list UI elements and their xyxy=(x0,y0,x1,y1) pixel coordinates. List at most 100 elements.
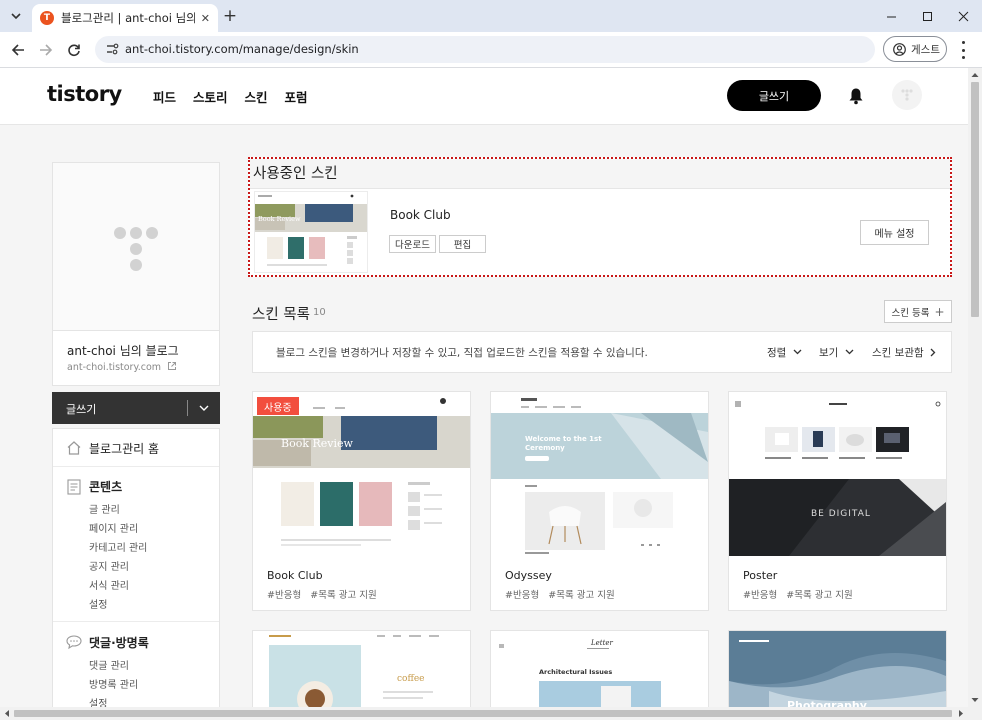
sidebar-item-notice-manage[interactable]: 공지 관리 xyxy=(89,558,129,573)
guest-label: 게스트 xyxy=(911,43,940,56)
bell-icon[interactable] xyxy=(848,87,864,105)
sidebar-nav: 블로그관리 홈 콘텐츠 글 관리 페이지 관리 카테고리 관리 공지 관리 서식… xyxy=(52,428,220,707)
register-skin-label: 스킨 등록 xyxy=(891,307,930,319)
skin-card-whatever[interactable]: coffee xyxy=(252,630,471,707)
sidebar-write-button[interactable]: 글쓰기 xyxy=(52,392,220,424)
site-info-icon[interactable] xyxy=(105,42,119,56)
current-skin-name: Book Club xyxy=(390,208,451,222)
divider xyxy=(187,400,188,416)
header-write-button[interactable]: 글쓰기 xyxy=(727,80,821,111)
sort-label: 정렬 xyxy=(767,347,787,359)
sidebar-item-post-manage[interactable]: 글 관리 xyxy=(89,501,120,516)
using-badge: 사용중 xyxy=(257,397,299,415)
current-skin-header: 사용중인 스킨 xyxy=(250,159,950,189)
view-dropdown[interactable]: 보기 xyxy=(819,345,854,360)
skin-thumbnail: Book Review 사용중 xyxy=(253,392,470,556)
thumb-title: Book Review xyxy=(258,215,301,223)
skin-card-poster[interactable]: BE DIGITAL Poster #반응형 #목록 광고 지원 xyxy=(728,391,947,611)
menu-settings-button[interactable]: 메뉴 설정 xyxy=(860,220,929,245)
horizontal-scrollbar-thumb[interactable] xyxy=(14,710,952,717)
skin-storage-link[interactable]: 스킨 보관함 xyxy=(872,345,936,360)
tistory-logo[interactable]: tistory xyxy=(47,82,122,106)
current-skin-title: 사용중인 스킨 xyxy=(253,166,338,182)
sidebar-item-contents-settings[interactable]: 설정 xyxy=(89,596,107,611)
sidebar-write-label: 글쓰기 xyxy=(66,403,97,416)
blog-profile-card: ant-choi 님의 블로그 ant-choi.tistory.com xyxy=(52,162,220,386)
close-icon xyxy=(958,11,968,21)
skin-card-portfolio[interactable]: Photography xyxy=(728,630,947,707)
maximize-button[interactable] xyxy=(907,4,947,28)
browser-tab[interactable]: T 블로그관리 | ant-choi 님의 블로그 ✕ xyxy=(32,4,218,32)
current-skin-thumbnail[interactable]: Book Review xyxy=(254,191,368,273)
sidebar-item-home[interactable]: 블로그관리 홈 xyxy=(53,429,219,467)
thumb-title: Photography xyxy=(787,699,867,707)
sidebar-item-page-manage[interactable]: 페이지 관리 xyxy=(89,520,138,535)
blog-name[interactable]: ant-choi 님의 블로그 xyxy=(67,342,179,359)
sidebar-comments-title[interactable]: 댓글·방명록 xyxy=(89,634,149,651)
tab-close-icon[interactable]: ✕ xyxy=(201,12,210,25)
skin-count: 10 xyxy=(313,307,326,318)
vertical-scrollbar[interactable] xyxy=(968,68,982,707)
sidebar-item-comments-settings[interactable]: 설정 xyxy=(89,695,107,707)
skin-list-title: 스킨 목록 xyxy=(252,307,310,323)
scroll-up-arrow-icon[interactable] xyxy=(968,69,982,81)
skin-card-book-club[interactable]: Book Review 사용중 Book Club #반응형 #목록 광고 지원 xyxy=(252,391,471,611)
thumb-title: Book Review xyxy=(281,437,354,450)
sidebar-item-comment-manage[interactable]: 댓글 관리 xyxy=(89,657,129,672)
register-skin-button[interactable]: 스킨 등록 + xyxy=(884,300,952,323)
skin-tags: #반응형 #목록 광고 지원 xyxy=(743,590,853,601)
nav-feed[interactable]: 피드 xyxy=(153,87,176,106)
download-button-visible[interactable]: 다운로드 xyxy=(389,235,436,253)
blog-image[interactable] xyxy=(53,163,219,331)
reload-icon xyxy=(68,44,80,57)
horizontal-scrollbar[interactable] xyxy=(0,707,982,720)
scroll-down-arrow-icon[interactable] xyxy=(968,694,982,706)
arrow-right-icon xyxy=(40,44,53,56)
browser-menu-icon[interactable] xyxy=(956,41,970,59)
nav-skin[interactable]: 스킨 xyxy=(245,87,268,106)
chevron-down-icon xyxy=(845,349,854,355)
page-viewport: tistory 피드 스토리 스킨 포럼 글쓰기 ant-choi 님의 블로그… xyxy=(0,68,968,707)
skin-info-bar: 블로그 스킨을 변경하거나 저장할 수 있고, 직접 업로드한 스킨을 적용할 … xyxy=(252,331,952,373)
reload-button[interactable] xyxy=(65,41,83,59)
document-icon xyxy=(67,479,81,495)
sidebar-item-guestbook-manage[interactable]: 방명록 관리 xyxy=(89,676,138,691)
vertical-scrollbar-thumb[interactable] xyxy=(971,82,979,317)
minimize-icon xyxy=(886,16,896,17)
edit-button[interactable]: 편집 xyxy=(439,235,486,253)
address-bar[interactable]: ant-choi.tistory.com/manage/design/skin xyxy=(95,36,875,63)
sidebar-home-label: 블로그관리 홈 xyxy=(89,442,160,456)
back-button[interactable] xyxy=(9,41,27,59)
tab-title: 블로그관리 | ant-choi 님의 블로그 xyxy=(61,11,195,25)
chevron-down-icon[interactable] xyxy=(199,405,209,412)
sidebar-item-category-manage[interactable]: 카테고리 관리 xyxy=(89,539,147,554)
sidebar-item-template-manage[interactable]: 서식 관리 xyxy=(89,577,129,592)
profile-avatar[interactable] xyxy=(892,80,922,110)
skin-tags: #반응형 #목록 광고 지원 xyxy=(505,590,615,601)
scroll-right-arrow-icon[interactable] xyxy=(955,707,967,720)
svg-text:Ceremony: Ceremony xyxy=(525,444,565,452)
portfolio-preview-image: Photography xyxy=(729,631,946,707)
close-window-button[interactable] xyxy=(943,4,982,28)
nav-story[interactable]: 스토리 xyxy=(193,87,228,106)
home-icon xyxy=(67,441,81,455)
chevron-down-icon xyxy=(793,349,802,355)
minimize-button[interactable] xyxy=(871,4,911,28)
guest-profile-button[interactable]: 게스트 xyxy=(883,36,947,62)
whatever-preview-image: coffee xyxy=(253,631,470,707)
chevron-down-icon xyxy=(11,13,21,20)
tistory-symbol-icon xyxy=(901,89,913,101)
skin-card-odyssey[interactable]: Welcome to the 1st Ceremony Odyssey #반응형… xyxy=(490,391,709,611)
skin-thumbnail: BE DIGITAL xyxy=(729,392,946,556)
forward-button[interactable] xyxy=(37,41,55,59)
sidebar-contents-title[interactable]: 콘텐츠 xyxy=(89,478,122,495)
tab-search-button[interactable] xyxy=(6,6,26,26)
blog-url-link[interactable]: ant-choi.tistory.com xyxy=(67,361,177,373)
skin-info-text: 블로그 스킨을 변경하거나 저장할 수 있고, 직접 업로드한 스킨을 적용할 … xyxy=(276,347,648,359)
sort-dropdown[interactable]: 정렬 xyxy=(767,345,802,360)
view-label: 보기 xyxy=(819,347,839,359)
skin-card-letter[interactable]: Letter Architectural Issues xyxy=(490,630,709,707)
nav-forum[interactable]: 포럼 xyxy=(285,87,308,106)
new-tab-button[interactable]: + xyxy=(222,7,238,25)
scroll-left-arrow-icon[interactable] xyxy=(1,707,13,720)
